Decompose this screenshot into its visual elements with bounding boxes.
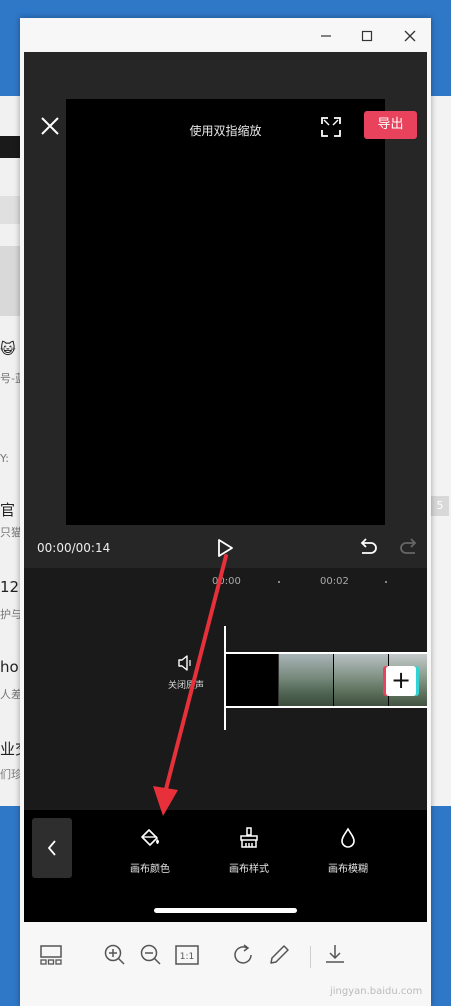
canvas-style-button[interactable]: 画布样式 xyxy=(209,826,289,875)
background-text: 们珍 xyxy=(0,768,22,781)
edit-pencil-icon[interactable] xyxy=(266,942,292,968)
background-text: 号-蓝 xyxy=(0,372,22,385)
background-badge: 5 xyxy=(431,496,449,516)
mute-label: 关闭原声 xyxy=(167,681,204,691)
brush-icon xyxy=(240,827,258,848)
maximize-button[interactable] xyxy=(355,26,379,46)
tool-label: 画布样式 xyxy=(229,864,269,875)
tick-dot xyxy=(385,581,387,583)
thumbnails-icon[interactable] xyxy=(38,942,64,968)
background-text: ho xyxy=(0,658,19,676)
time-tick: 00:02 xyxy=(320,576,349,587)
redo-icon[interactable] xyxy=(398,537,420,559)
mute-original-button[interactable]: 关闭原声 xyxy=(164,654,208,691)
minimize-button[interactable] xyxy=(314,26,338,46)
droplet-icon xyxy=(341,827,355,848)
rotate-icon[interactable] xyxy=(230,942,256,968)
zoom-in-icon[interactable] xyxy=(102,942,128,968)
time-tick: 00:00 xyxy=(212,576,241,587)
playhead[interactable] xyxy=(224,626,226,730)
paint-bucket-icon xyxy=(141,829,159,846)
add-clip-button[interactable]: + xyxy=(386,666,416,696)
tool-label: 画布模糊 xyxy=(328,864,368,875)
background-app-right: 5 xyxy=(431,96,451,806)
actual-size-icon[interactable]: 1:1 xyxy=(174,942,200,968)
maximize-icon xyxy=(361,30,373,42)
watermark: jingyan.baidu.com xyxy=(330,986,423,997)
time-display: 00:00/00:14 xyxy=(37,541,111,555)
background-text: 12 xyxy=(0,578,20,596)
playback-bar: 00:00/00:14 xyxy=(24,530,427,568)
fullscreen-icon[interactable] xyxy=(320,116,342,138)
preview-area: 使用双指缩放 导出 xyxy=(24,52,427,530)
speaker-icon xyxy=(178,655,191,671)
clip-frame xyxy=(334,654,388,706)
close-icon xyxy=(404,30,416,42)
minimize-icon xyxy=(321,35,331,37)
background-text: 😺 xyxy=(0,340,16,358)
export-button[interactable]: 导出 xyxy=(364,111,417,139)
background-image xyxy=(0,246,22,316)
close-window-button[interactable] xyxy=(398,26,422,46)
timeline: 00:00 00:02 关闭原声 + xyxy=(24,568,427,810)
chevron-left-icon xyxy=(47,840,56,856)
undo-icon[interactable] xyxy=(357,537,379,559)
video-preview[interactable] xyxy=(66,99,385,525)
toolbar-divider xyxy=(310,946,311,968)
background-header xyxy=(0,196,22,224)
background-text: Y: xyxy=(0,452,9,465)
canvas-blur-button[interactable]: 画布模糊 xyxy=(308,826,388,875)
close-editor-icon[interactable] xyxy=(38,114,62,138)
clip-frame xyxy=(279,654,333,706)
canvas-color-button[interactable]: 画布颜色 xyxy=(110,826,190,875)
clip-frame xyxy=(226,654,279,706)
background-text: 业交 xyxy=(0,740,22,758)
download-icon[interactable] xyxy=(322,942,348,968)
home-indicator xyxy=(154,908,297,913)
canvas-toolbar: 画布颜色 画布样式 画布模糊 xyxy=(24,810,427,922)
play-icon[interactable] xyxy=(215,537,235,559)
video-editor-app: 使用双指缩放 导出 00:00/00:14 00:00 00:02 关闭原声 +… xyxy=(24,52,427,922)
viewer-toolbar: 1:1 jingyan.baidu.com xyxy=(20,922,431,1006)
background-text: 护与 xyxy=(0,608,22,621)
svg-text:1:1: 1:1 xyxy=(180,952,194,962)
background-text: 官 xyxy=(0,501,16,519)
zoom-out-icon[interactable] xyxy=(138,942,164,968)
background-text: 只猫 xyxy=(0,526,22,539)
background-text: 人差 xyxy=(0,688,22,701)
viewer-window: 使用双指缩放 导出 00:00/00:14 00:00 00:02 关闭原声 +… xyxy=(20,18,431,1006)
background-app-left: 😺 号-蓝 Y: 官 只猫 12 护与 ho 人差 业交 们珍 xyxy=(0,96,22,806)
background-titlebar xyxy=(0,136,22,158)
back-button[interactable] xyxy=(32,818,72,878)
tick-dot xyxy=(278,581,280,583)
tool-label: 画布颜色 xyxy=(130,864,170,875)
